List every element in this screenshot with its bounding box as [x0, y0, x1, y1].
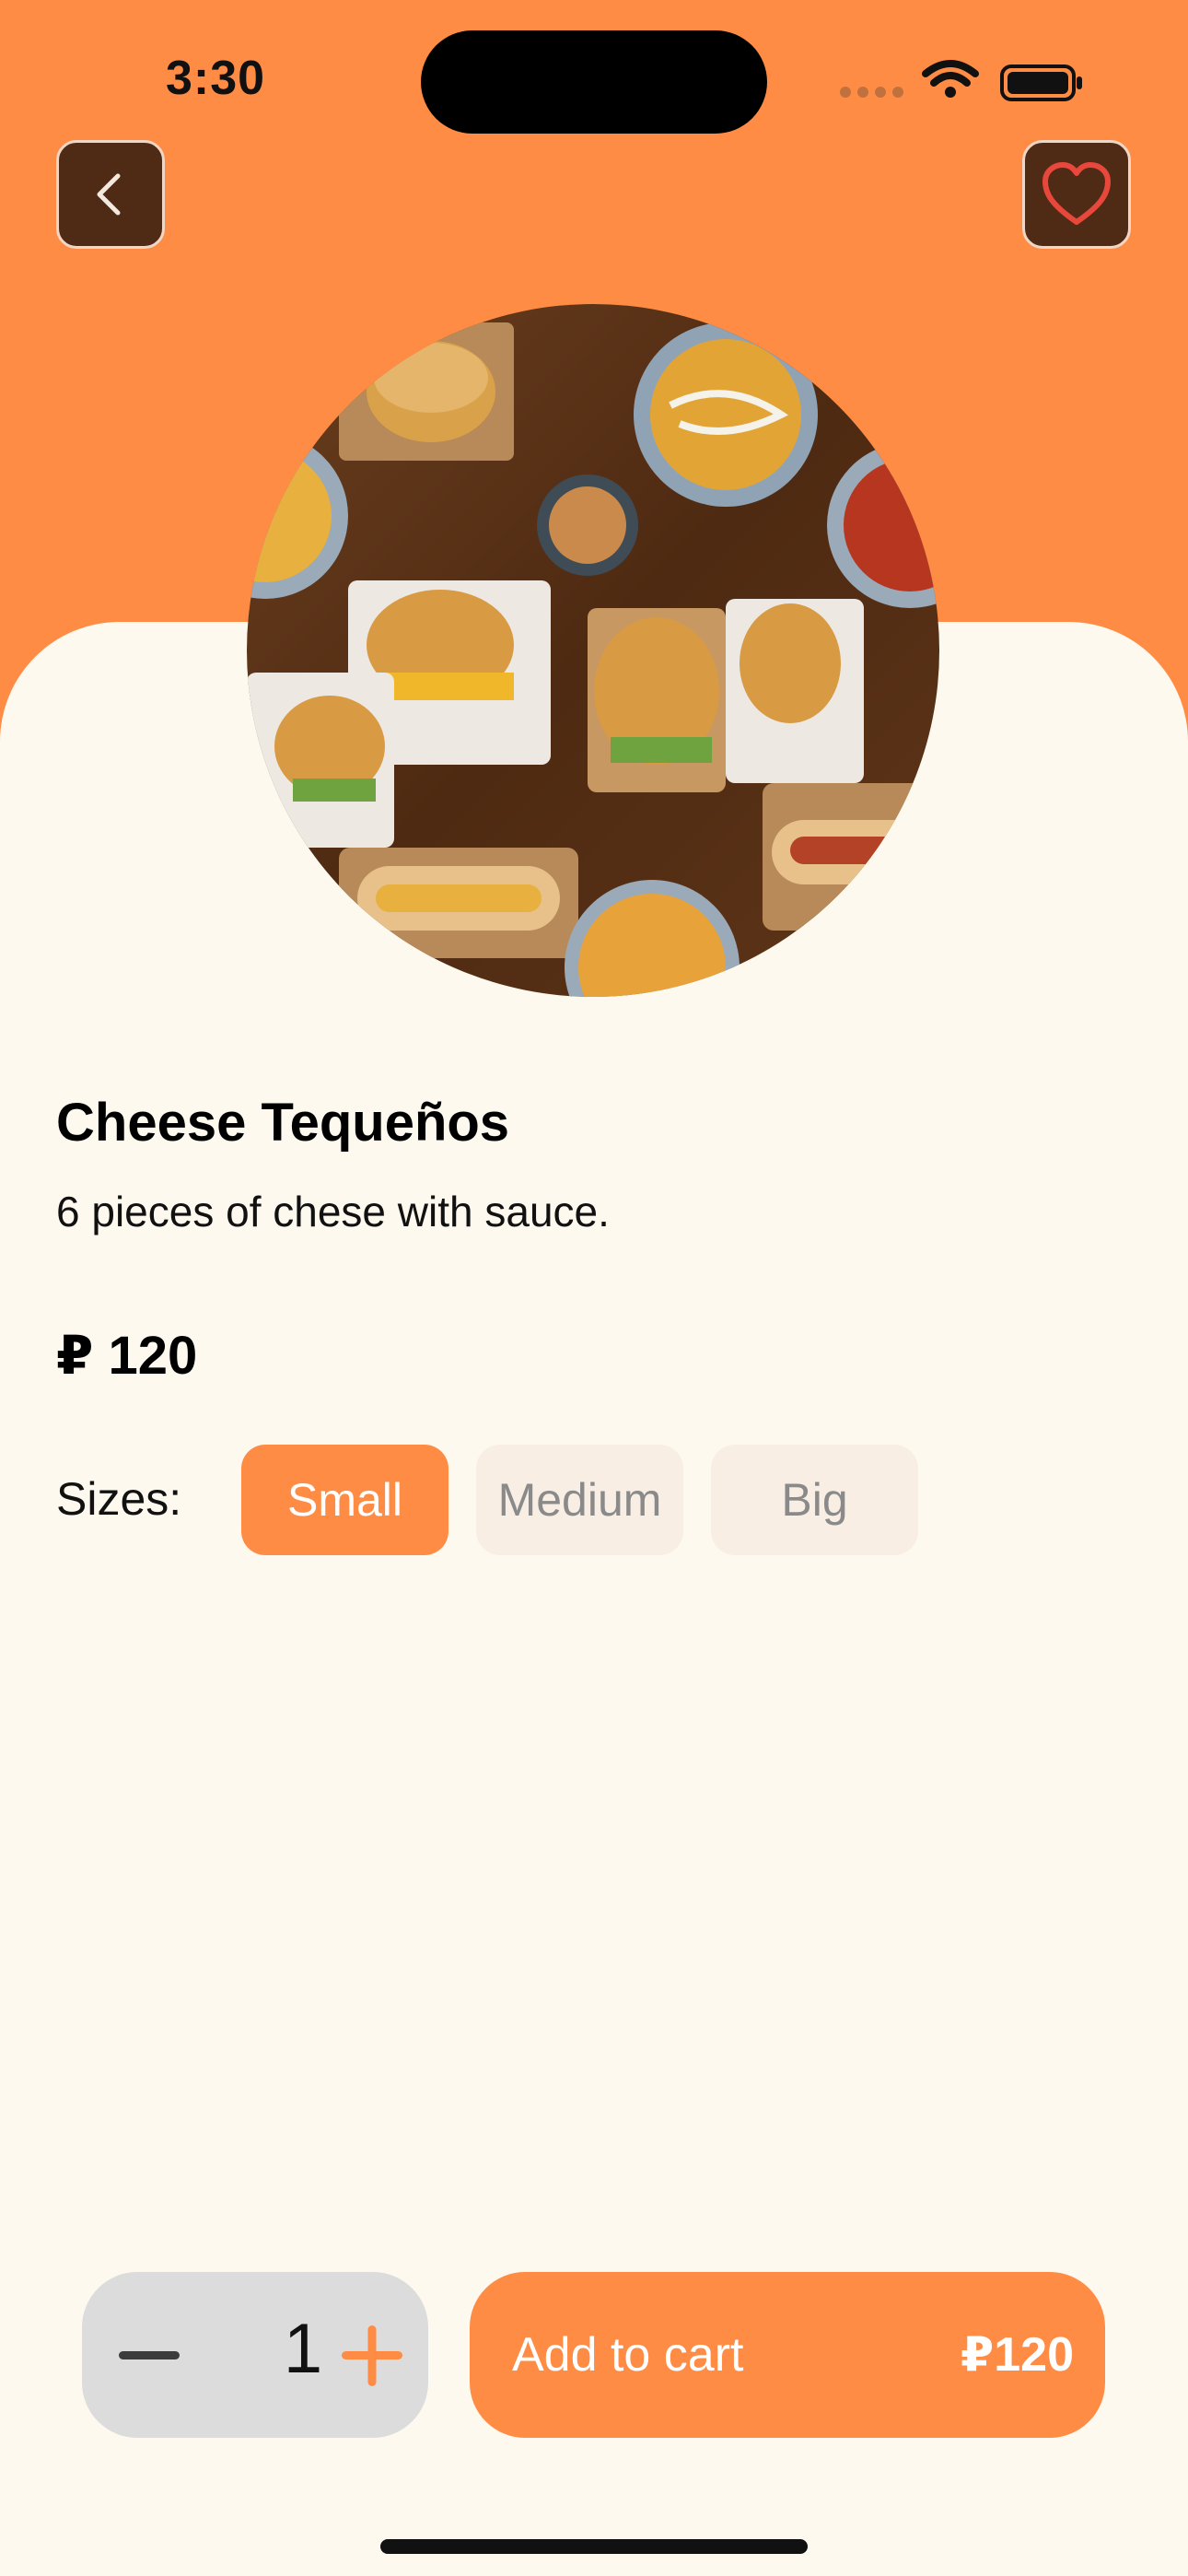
quantity-stepper: 1	[82, 2272, 428, 2438]
dynamic-island	[421, 30, 767, 134]
back-button[interactable]	[56, 140, 165, 249]
status-icons	[838, 57, 1087, 103]
favorite-button[interactable]	[1022, 140, 1131, 249]
product-title: Cheese Tequeños	[56, 1093, 510, 1153]
battery-icon	[1000, 64, 1082, 101]
quantity-value: 1	[283, 2310, 323, 2388]
chevron-left-icon	[97, 173, 121, 216]
product-image	[247, 304, 939, 997]
size-option-big[interactable]: Big	[711, 1445, 918, 1555]
heart-icon	[1042, 162, 1111, 225]
increment-button[interactable]	[331, 2318, 413, 2392]
size-option-small[interactable]: Small	[241, 1445, 448, 1555]
signal-icon	[840, 87, 903, 98]
status-time: 3:30	[166, 52, 266, 105]
wifi-icon	[922, 60, 979, 98]
add-to-cart-button[interactable]: Add to cart ₽120	[470, 2272, 1105, 2438]
plus-icon	[342, 2325, 402, 2386]
cart-total: ₽120	[961, 2328, 1074, 2382]
add-to-cart-label: Add to cart	[512, 2328, 744, 2382]
decrement-button[interactable]	[108, 2323, 191, 2387]
size-option-medium[interactable]: Medium	[476, 1445, 683, 1555]
product-price: ₽ 120	[56, 1326, 198, 1386]
sizes-label: Sizes:	[56, 1473, 182, 1525]
minus-icon	[119, 2351, 180, 2359]
product-description: 6 pieces of chese with sauce.	[56, 1188, 610, 1235]
home-indicator[interactable]	[380, 2539, 808, 2554]
